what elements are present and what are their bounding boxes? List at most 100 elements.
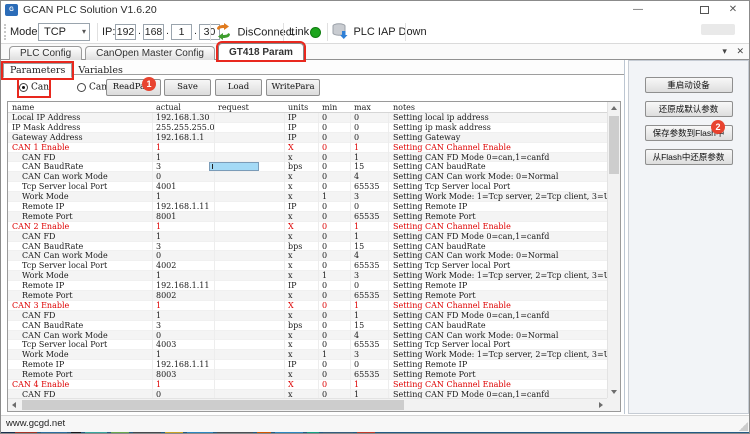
table-row[interactable]: CAN BaudRate3bps015Setting CAN baudRate (8, 162, 607, 172)
tab-plc-config[interactable]: PLC Config (9, 46, 82, 60)
table-row[interactable]: Remote IP192.168.1.11IP00Setting Remote … (8, 281, 607, 291)
table-row[interactable]: Remote Port8003x065535Setting Remote Por… (8, 370, 607, 380)
ip-octet-2[interactable]: 168 (143, 24, 164, 40)
close-button[interactable]: ✕ (718, 1, 748, 19)
table-row[interactable]: CAN BaudRate3bps015Setting CAN baudRate (8, 321, 607, 331)
ip-octet-1[interactable]: 192 (115, 24, 136, 40)
column-header-units[interactable]: units (288, 102, 318, 113)
cell-actual: 1 (156, 380, 214, 390)
toolbar-grip[interactable] (4, 24, 6, 40)
table-row[interactable]: Remote IP192.168.1.11IP00Setting Remote … (8, 360, 607, 370)
cell-min: 0 (322, 202, 350, 212)
table-row[interactable]: Work Mode1x13Setting Work Mode: 1=Tcp se… (8, 192, 607, 202)
ip-label: IP: (102, 26, 115, 38)
horizontal-scrollbar[interactable] (8, 398, 607, 411)
horizontal-scroll-thumb[interactable] (22, 400, 404, 410)
cell-units: x (288, 370, 318, 380)
cell-units: X (288, 380, 318, 390)
title-bar: G GCAN PLC Solution V1.6.20 — ✕ (1, 1, 749, 20)
cell-notes: Setting Gateway (393, 133, 607, 143)
panel-close-icon[interactable]: ✕ (736, 46, 744, 56)
cell-actual: 1 (156, 232, 214, 242)
table-row[interactable]: CAN FD1x01Setting CAN FD Mode 0=can,1=ca… (8, 153, 607, 163)
tab-canopen-master-config[interactable]: CanOpen Master Config (85, 46, 215, 60)
column-header-request[interactable]: request (218, 102, 284, 113)
vertical-scroll-thumb[interactable] (609, 116, 619, 174)
cell-name: Work Mode (22, 350, 152, 360)
cell-name: Tcp Server local Port (22, 261, 152, 271)
table-row[interactable]: Tcp Server local Port4003x065535Setting … (8, 340, 607, 350)
maximize-button[interactable] (689, 1, 719, 19)
column-header-actual[interactable]: actual (156, 102, 214, 113)
load-button[interactable]: Load (215, 79, 262, 96)
cell-min: 0 (322, 172, 350, 182)
toolbar-smudge (701, 24, 735, 35)
table-row[interactable]: Work Mode1x13Setting Work Mode: 1=Tcp se… (8, 350, 607, 360)
cell-actual: 4001 (156, 182, 214, 192)
table-row[interactable]: CAN Can work Mode0x04Setting CAN Can wor… (8, 331, 607, 341)
table-row[interactable]: Work Mode1x13Setting Work Mode: 1=Tcp se… (8, 271, 607, 281)
subtab-parameters[interactable]: Parameters (3, 63, 72, 78)
column-divider (318, 102, 319, 398)
plc-iap-down-button[interactable]: PLC IAP Down (331, 22, 427, 42)
cell-min: 0 (322, 153, 350, 163)
cell-notes: Setting CAN FD Mode 0=can,1=canfd (393, 390, 607, 398)
cell-notes: Setting Remote Port (393, 291, 607, 301)
table-row[interactable]: CAN 1 Enable1X01Setting CAN Channel Enab… (8, 143, 607, 153)
table-row[interactable]: CAN FD0x01Setting CAN FD Mode 0=can,1=ca… (8, 390, 607, 398)
table-row[interactable]: IP Mask Address255.255.255.0IP00Setting … (8, 123, 607, 133)
column-header-notes[interactable]: notes (393, 102, 609, 113)
table-row[interactable]: CAN FD1x01Setting CAN FD Mode 0=can,1=ca… (8, 311, 607, 321)
side-button-[interactable]: 重启动设备 (645, 77, 733, 93)
table-row[interactable]: CAN 3 Enable1X01Setting CAN Channel Enab… (8, 301, 607, 311)
column-header-max[interactable]: max (354, 102, 389, 113)
writepara-button[interactable]: WritePara (266, 79, 320, 96)
cell-notes: Setting CAN Channel Enable (393, 301, 607, 311)
table-row[interactable]: Tcp Server local Port4001x065535Setting … (8, 182, 607, 192)
table-row[interactable]: CAN Can work Mode0x04Setting CAN Can wor… (8, 172, 607, 182)
scroll-down-arrow[interactable] (608, 385, 621, 398)
table-row[interactable]: CAN BaudRate3bps015Setting CAN baudRate (8, 242, 607, 252)
vertical-scrollbar[interactable] (607, 102, 620, 398)
side-button-[interactable]: 还原成默认参数 (645, 101, 733, 117)
side-button-flash[interactable]: 保存参数到Flash中 (645, 125, 733, 141)
cell-actual: 192.168.1.30 (156, 113, 214, 123)
table-row[interactable]: CAN Can work Mode0x04Setting CAN Can wor… (8, 251, 607, 261)
panel-collapse-icon[interactable]: ▾ (722, 46, 727, 56)
parameter-panel: ParametersVariables CanCanFDReadParaSave… (3, 60, 625, 414)
table-row[interactable]: Remote Port8001x065535Setting Remote Por… (8, 212, 607, 222)
table-row[interactable]: CAN 4 Enable1X01Setting CAN Channel Enab… (8, 380, 607, 390)
ip-octet-3[interactable]: 1 (171, 24, 192, 40)
mode-select[interactable]: TCP▾ (38, 23, 90, 41)
column-header-name[interactable]: name (12, 102, 152, 113)
cell-min: 0 (322, 390, 350, 398)
table-row[interactable]: Gateway Address192.168.1.1IP00Setting Ga… (8, 133, 607, 143)
readpara-button[interactable]: ReadPara (106, 79, 161, 96)
table-row[interactable]: Remote IP192.168.1.11IP00Setting Remote … (8, 202, 607, 212)
table-row[interactable]: CAN FD1x01Setting CAN FD Mode 0=can,1=ca… (8, 232, 607, 242)
cell-notes: Setting Remote IP (393, 360, 607, 370)
save-button[interactable]: Save (164, 79, 211, 96)
cell-units: x (288, 261, 318, 271)
resize-grip-icon[interactable] (738, 421, 748, 431)
table-row[interactable]: Local IP Address192.168.1.30IP00Setting … (8, 113, 607, 123)
request-edit-field[interactable] (209, 162, 259, 171)
radio-can[interactable]: Can (19, 80, 49, 96)
table-row[interactable]: Remote Port8002x065535Setting Remote Por… (8, 291, 607, 301)
scroll-left-arrow[interactable] (8, 399, 21, 412)
table-row[interactable]: Tcp Server local Port4002x065535Setting … (8, 261, 607, 271)
tab-gt418-param[interactable]: GT418 Param (218, 43, 304, 60)
cell-min: 0 (322, 242, 350, 252)
minimize-button[interactable]: — (623, 1, 653, 19)
scroll-up-arrow[interactable] (608, 102, 621, 115)
main-tabs: PLC ConfigCanOpen Master ConfigGT418 Par… (9, 43, 307, 60)
side-button-flash[interactable]: 从Flash中还原参数 (645, 149, 733, 165)
table-row[interactable]: CAN 2 Enable1X01Setting CAN Channel Enab… (8, 222, 607, 232)
column-header-min[interactable]: min (322, 102, 350, 113)
cell-max: 0 (354, 123, 389, 133)
column-divider (388, 102, 389, 398)
cell-units: x (288, 172, 318, 182)
cell-actual: 1 (156, 153, 214, 163)
scroll-right-arrow[interactable] (594, 399, 607, 412)
cell-actual: 0 (156, 331, 214, 341)
